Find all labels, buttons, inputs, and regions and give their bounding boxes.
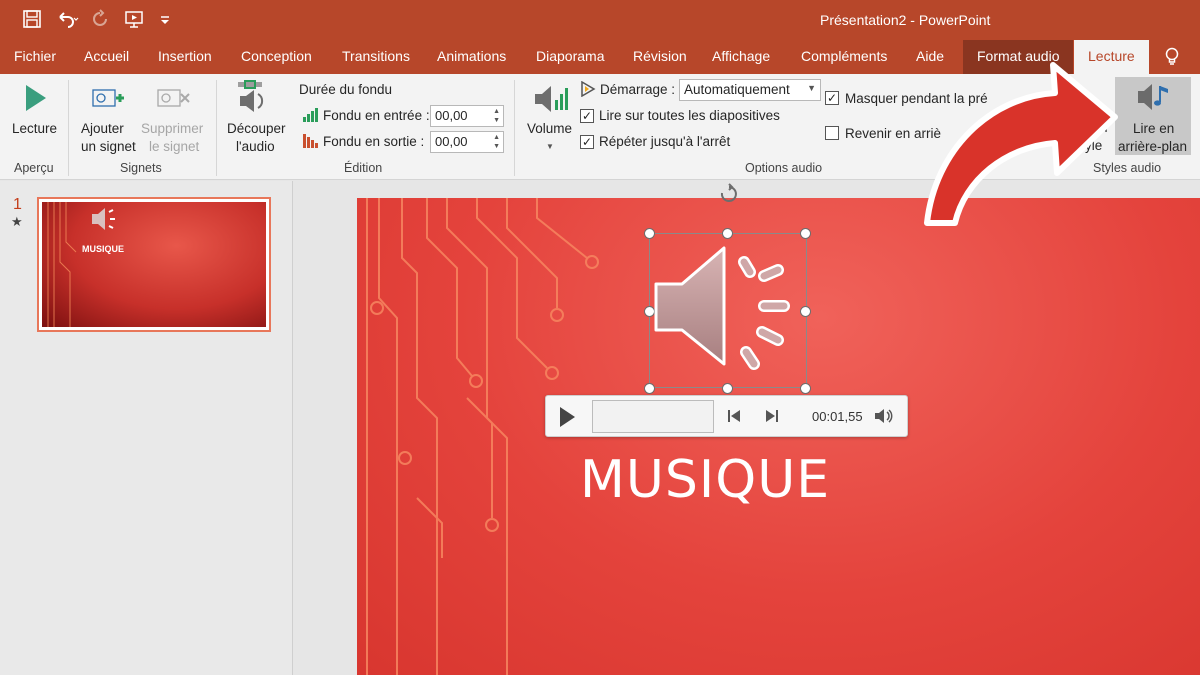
play-in-background-label-2[interactable]: arrière-plan (1118, 138, 1187, 156)
slide-title[interactable]: MUSIQUE (580, 450, 830, 510)
slide-thumbnail-image: MUSIQUE (42, 202, 266, 327)
tab-transitions[interactable]: Transitions (342, 40, 410, 74)
tab-conception[interactable]: Conception (241, 40, 312, 74)
resize-handle[interactable] (644, 228, 655, 239)
rewind-icon[interactable] (728, 408, 742, 429)
group-label-signets: Signets (120, 161, 162, 175)
remove-bookmark-icon (157, 84, 191, 119)
tab-diaporama[interactable]: Diaporama (536, 40, 604, 74)
resize-handle[interactable] (800, 228, 811, 239)
quick-access-toolbar (22, 9, 178, 29)
trim-audio-label-1[interactable]: Découper (227, 120, 286, 138)
tab-affichage[interactable]: Affichage (712, 40, 770, 74)
fade-out-input[interactable]: 00,00 ▲ ▼ (430, 131, 504, 153)
separator (216, 80, 217, 176)
volume-dropdown-icon[interactable]: ▼ (546, 142, 554, 151)
tab-insertion[interactable]: Insertion (158, 40, 212, 74)
spin-arrows-icon[interactable]: ▲ ▼ (493, 107, 500, 125)
group-label-options-audio: Options audio (745, 161, 823, 175)
volume-icon[interactable] (533, 82, 569, 121)
thumbnail-title: MUSIQUE (82, 244, 125, 254)
start-select[interactable]: Automatiquement ▼ (679, 79, 821, 101)
play-button[interactable]: Lecture (12, 120, 57, 138)
audio-time: 00:01,55 (812, 409, 863, 424)
fade-in-icon (303, 108, 319, 127)
fade-out-label: Fondu en sortie : (323, 134, 425, 149)
title-bar: Présentation2 - PowerPoint (0, 0, 1200, 40)
start-label: Démarrage : (600, 82, 676, 97)
fade-out-icon (303, 134, 319, 153)
play-across-slides-checkbox[interactable]: ✓ (580, 109, 594, 123)
rotate-handle-icon[interactable] (716, 183, 740, 212)
remove-bookmark-label-2: le signet (149, 139, 200, 154)
play-icon[interactable] (24, 84, 48, 117)
annotation-arrow-icon (905, 55, 1120, 240)
fade-duration-title: Durée du fondu (299, 82, 393, 97)
tab-revision[interactable]: Révision (633, 40, 687, 74)
resize-handle[interactable] (722, 228, 733, 239)
group-label-apercu: Aperçu (14, 161, 54, 175)
spin-arrows-icon[interactable]: ▲ ▼ (493, 133, 500, 151)
player-volume-icon[interactable] (874, 407, 894, 430)
tab-accueil[interactable]: Accueil (84, 40, 129, 74)
speaker-icon (92, 208, 115, 230)
group-label-edition: Édition (344, 161, 383, 175)
tab-complements[interactable]: Compléments (801, 40, 887, 74)
separator (514, 80, 515, 176)
start-icon (580, 80, 596, 102)
chevron-down-icon[interactable]: ▼ (807, 83, 816, 93)
loop-label[interactable]: Répéter jusqu'à l'arrêt (599, 134, 730, 149)
tab-animations[interactable]: Animations (437, 40, 506, 74)
fade-in-input[interactable]: 00,00 ▲ ▼ (430, 105, 504, 127)
add-bookmark-label-1[interactable]: Ajouter (81, 120, 124, 138)
fade-in-label: Fondu en entrée : (323, 108, 430, 123)
tab-fichier[interactable]: Fichier (14, 40, 56, 74)
remove-bookmark-label-1: Supprimer (141, 121, 204, 136)
rewind-after-play-checkbox[interactable] (825, 126, 839, 140)
hide-during-show-checkbox[interactable]: ✓ (825, 91, 839, 105)
slide-thumbnail[interactable]: MUSIQUE (37, 197, 271, 332)
speaker-icon[interactable] (652, 240, 802, 385)
separator (68, 80, 69, 176)
undo-icon[interactable] (56, 9, 79, 29)
animation-star-icon: ★ (11, 214, 23, 229)
trim-audio-label-2[interactable]: l'audio (236, 138, 275, 156)
add-bookmark-icon[interactable] (92, 84, 126, 119)
audio-progress-track[interactable] (592, 400, 714, 433)
slideshow-icon[interactable] (124, 9, 144, 29)
save-icon[interactable] (22, 9, 42, 29)
forward-icon[interactable] (764, 408, 778, 429)
play-across-slides-label[interactable]: Lire sur toutes les diapositives (599, 108, 780, 123)
volume-button[interactable]: Volume (527, 120, 572, 138)
window-title: Présentation2 - PowerPoint (820, 12, 991, 28)
loop-checkbox[interactable]: ✓ (580, 135, 594, 149)
trim-audio-icon[interactable] (236, 80, 274, 121)
music-note-speaker-icon[interactable] (1136, 80, 1172, 119)
redo-icon[interactable] (90, 9, 110, 29)
audio-player: 00:01,55 (545, 395, 908, 437)
player-play-icon[interactable] (560, 407, 575, 427)
customize-qat-icon[interactable] (158, 9, 178, 29)
tell-me-lightbulb-icon[interactable] (1164, 47, 1180, 67)
play-in-background-label-1[interactable]: Lire en (1133, 120, 1174, 138)
slide-number: 1 (13, 196, 22, 213)
add-bookmark-label-2[interactable]: un signet (81, 138, 136, 156)
